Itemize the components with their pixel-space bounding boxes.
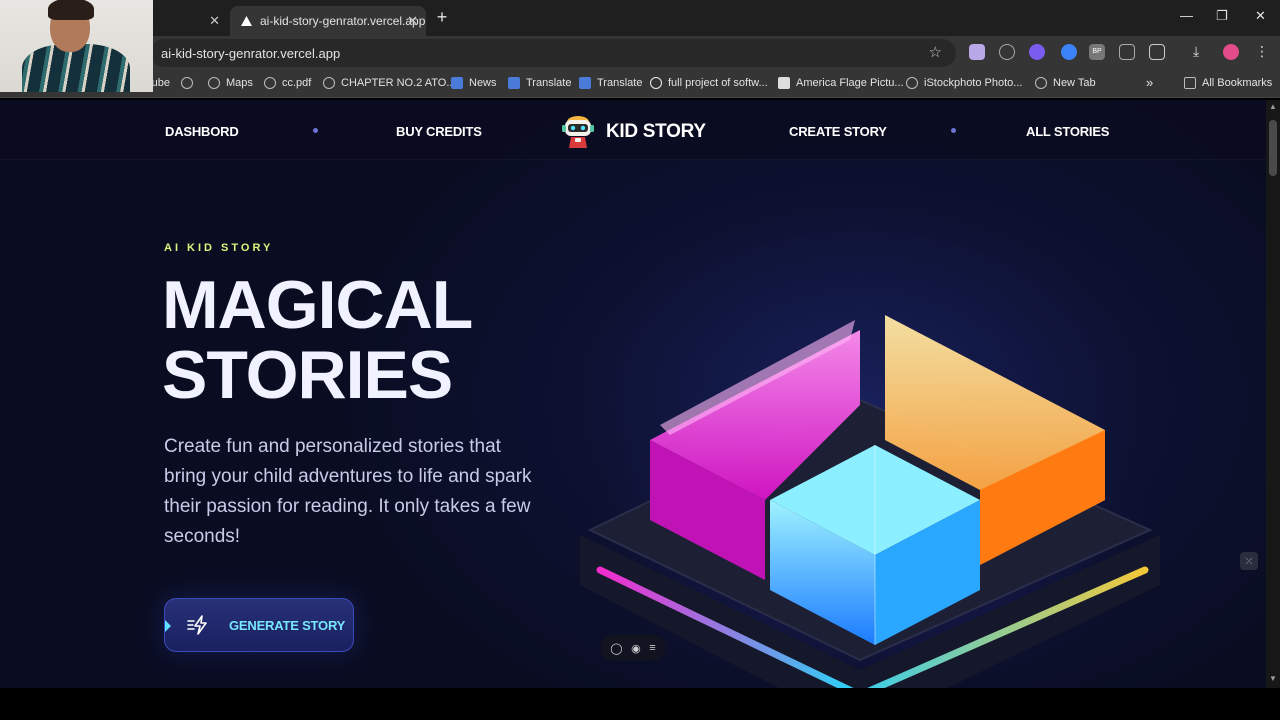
address-bar[interactable]: ai-kid-story-genrator.vercel.app ☆ <box>150 39 956 67</box>
bookmarks-overflow-icon[interactable]: » <box>1146 75 1153 90</box>
translate-icon <box>579 77 591 89</box>
top-navigation: DASHBORD BUY CREDITS KID STORY CREATE ST… <box>0 100 1266 160</box>
globe-icon <box>264 77 276 89</box>
bookmark-america-flag[interactable]: America Flage Pictu... <box>778 77 904 89</box>
bookmark-ccpdf[interactable]: cc.pdf <box>264 77 311 89</box>
hero-eyebrow: AI KID STORY <box>164 242 274 254</box>
camera-extension-icon[interactable] <box>1119 44 1135 60</box>
browser-tab-bar: ✕ ai-kid-story-genrator.vercel.app ✕ + —… <box>0 0 1280 36</box>
browser-tab-inactive[interactable]: ✕ <box>150 6 228 36</box>
more-menu-icon[interactable]: ⋮ <box>1255 44 1271 60</box>
floating-widget-icon[interactable]: ⤫ <box>1240 552 1258 570</box>
all-bookmarks[interactable]: All Bookmarks <box>1184 77 1272 89</box>
download-icon[interactable]: ⤓ <box>1193 44 1209 60</box>
translate-icon <box>508 77 520 89</box>
tab-title: ai-kid-story-genrator.vercel.app <box>260 14 426 28</box>
close-tab-icon[interactable]: ✕ <box>209 13 220 29</box>
bookmark-istock[interactable]: iStockphoto Photo... <box>906 77 1022 89</box>
eye-icon[interactable]: ◉ <box>631 642 641 655</box>
new-tab-icon[interactable]: + <box>432 8 452 28</box>
bookmark-new-tab[interactable]: New Tab <box>1035 77 1096 89</box>
globe-icon <box>323 77 335 89</box>
bookmark-maps[interactable]: Maps <box>208 77 253 89</box>
maximize-icon[interactable]: ❐ <box>1216 8 1228 24</box>
bookmark-news[interactable]: News <box>451 77 497 89</box>
profile-avatar-icon[interactable] <box>1223 44 1239 60</box>
news-icon <box>451 77 463 89</box>
nav-separator-dot <box>951 128 956 133</box>
nav-separator-dot <box>313 128 318 133</box>
browser-toolbar: ai-kid-story-genrator.vercel.app ☆ <box>0 36 1280 70</box>
image-icon <box>778 77 790 89</box>
translate-extension-icon[interactable] <box>1061 44 1077 60</box>
google-icon <box>650 77 662 89</box>
browser-tab-active[interactable]: ai-kid-story-genrator.vercel.app ✕ <box>230 6 426 36</box>
brand-name: KID STORY <box>606 121 706 142</box>
globe-icon <box>1035 77 1047 89</box>
compass-extension-icon[interactable] <box>999 44 1015 60</box>
scroll-down-icon[interactable]: ▼ <box>1269 674 1277 683</box>
extension-icon[interactable] <box>969 44 985 60</box>
generate-story-label: GENERATE STORY <box>229 617 346 633</box>
bolt-icon <box>187 615 207 635</box>
nav-dashboard[interactable]: DASHBORD <box>165 124 239 139</box>
hero-title-line-1: MAGICAL <box>162 267 473 343</box>
address-url[interactable]: ai-kid-story-genrator.vercel.app <box>161 46 340 61</box>
folder-icon <box>1184 77 1196 89</box>
bookmark-star-icon[interactable]: ☆ <box>929 43 942 61</box>
nav-create-story[interactable]: CREATE STORY <box>789 124 887 139</box>
close-tab-icon[interactable]: ✕ <box>407 13 418 29</box>
hero-illustration <box>570 290 1170 688</box>
bookmarks-bar: Youtube Maps cc.pdf CHAPTER NO.2 ATO... … <box>0 70 1280 98</box>
generate-story-button[interactable]: GENERATE STORY <box>164 598 354 652</box>
extensions-puzzle-icon[interactable] <box>1149 44 1165 60</box>
button-accent-marker <box>165 620 171 632</box>
hero-title-line-2: STORIES <box>162 337 453 413</box>
bookmark-globe[interactable] <box>181 77 199 89</box>
scroll-thumb[interactable] <box>1269 120 1277 176</box>
globe-icon <box>906 77 918 89</box>
menu-icon[interactable]: ≡ <box>649 642 655 654</box>
comment-icon[interactable]: ◯ <box>610 642 622 655</box>
scroll-up-icon[interactable]: ▲ <box>1269 102 1277 111</box>
nav-buy-credits[interactable]: BUY CREDITS <box>396 124 482 139</box>
bookmark-full-project[interactable]: full project of softw... <box>650 77 768 89</box>
globe-icon <box>181 77 193 89</box>
vercel-favicon-icon <box>240 15 252 27</box>
nav-all-stories[interactable]: ALL STORIES <box>1026 124 1109 139</box>
globe-icon <box>208 77 220 89</box>
bookmark-translate-2[interactable]: Translate <box>579 77 642 89</box>
webcam-overlay <box>0 0 153 92</box>
bp-extension-icon[interactable]: BP <box>1089 44 1105 60</box>
bookmark-chapter[interactable]: CHAPTER NO.2 ATO... <box>323 77 456 89</box>
robot-logo-icon <box>562 116 594 148</box>
minimize-icon[interactable]: — <box>1180 8 1193 23</box>
chat-extension-icon[interactable] <box>1029 44 1045 60</box>
close-window-icon[interactable]: ✕ <box>1255 8 1266 24</box>
bottom-strip <box>0 688 1280 720</box>
kid-story-page: DASHBORD BUY CREDITS KID STORY CREATE ST… <box>0 100 1266 688</box>
hero-title: MAGICAL STORIES <box>162 267 473 413</box>
brand-logo[interactable]: KID STORY <box>558 114 706 150</box>
bookmark-translate-1[interactable]: Translate <box>508 77 571 89</box>
floating-mini-toolbar: ◯ ◉ ≡ <box>600 635 666 661</box>
page-scrollbar[interactable]: ▲ ▼ <box>1266 100 1280 688</box>
hero-description: Create fun and personalized stories that… <box>164 436 532 547</box>
